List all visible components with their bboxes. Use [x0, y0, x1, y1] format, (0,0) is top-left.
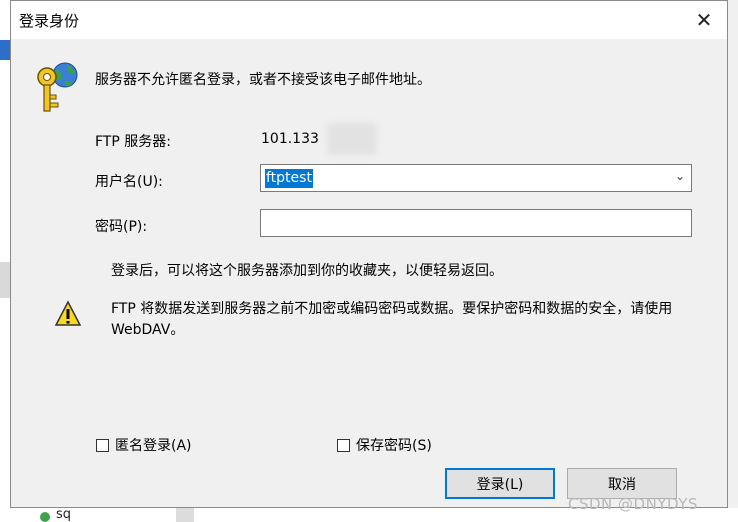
- username-combobox[interactable]: ftptest ⌄: [260, 164, 692, 192]
- warning-icon: [55, 300, 81, 326]
- favorites-hint: 登录后，可以将这个服务器添加到你的收藏夹，以便轻易返回。: [111, 263, 503, 279]
- background-scroll-segment: [176, 508, 194, 522]
- username-label: 用户名(U):: [95, 174, 163, 190]
- security-warning: FTP 将数据发送到服务器之前不加密或编码密码或数据。要保护密码和数据的安全，请…: [111, 301, 673, 338]
- server-label: FTP 服务器:: [95, 134, 171, 150]
- login-button[interactable]: 登录(L): [445, 468, 555, 499]
- background-status-dot: [40, 512, 50, 522]
- save-password-checkbox[interactable]: 保存密码(S): [337, 435, 432, 455]
- save-password-checkbox-box[interactable]: [337, 438, 350, 452]
- server-value: 101.133: [261, 131, 319, 147]
- background-selection-band: [0, 40, 10, 60]
- username-value[interactable]: ftptest: [265, 169, 313, 188]
- background-gray-band: [0, 262, 10, 298]
- close-icon[interactable]: ✕: [681, 1, 727, 39]
- background-window-left: [0, 0, 10, 522]
- watermark: CSDN @DNYDYS: [568, 495, 698, 513]
- background-text: sq: [56, 507, 72, 522]
- save-password-label[interactable]: 保存密码(S): [356, 435, 432, 455]
- redacted-blur: [327, 123, 377, 155]
- anonymous-checkbox-box[interactable]: [96, 438, 109, 452]
- dialog-title: 登录身份: [19, 12, 80, 30]
- chevron-down-icon[interactable]: ⌄: [675, 169, 685, 183]
- login-dialog: 登录身份 ✕ 服务器不允许匿名登录，或者不接受该电子邮件地址。 FTP 服务器:…: [10, 0, 728, 508]
- password-input[interactable]: [260, 209, 692, 237]
- title-bar: 登录身份 ✕: [11, 1, 727, 39]
- anonymous-login-checkbox[interactable]: 匿名登录(A): [96, 435, 192, 455]
- anonymous-login-label[interactable]: 匿名登录(A): [115, 435, 192, 455]
- key-globe-icon: [37, 62, 78, 112]
- login-message: 服务器不允许匿名登录，或者不接受该电子邮件地址。: [95, 72, 431, 88]
- password-label: 密码(P):: [95, 219, 148, 235]
